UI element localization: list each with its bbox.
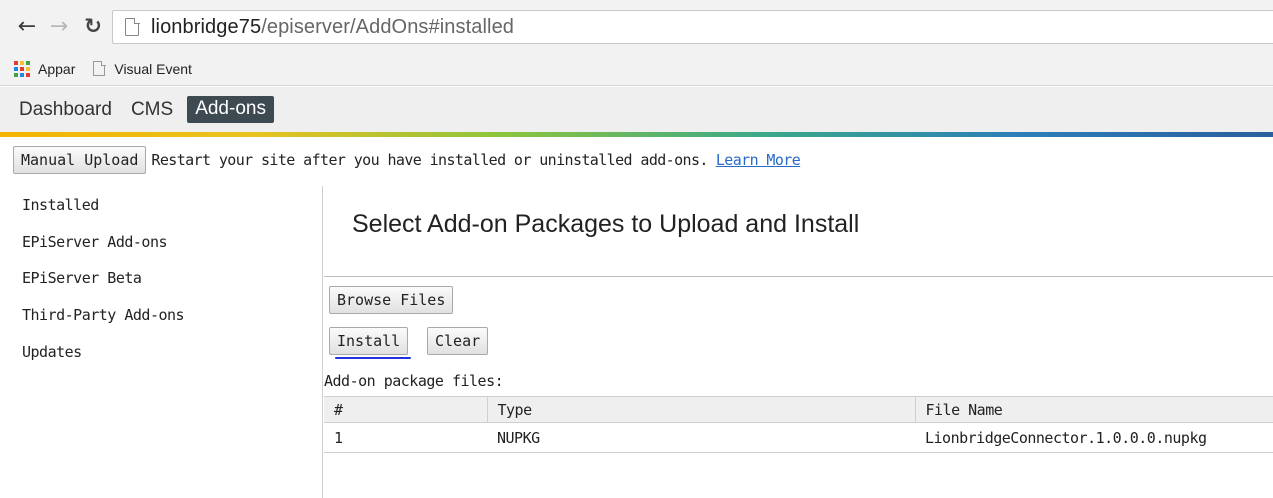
main-content: Select Add-on Packages to Upload and Ins… [324, 186, 1273, 498]
restart-notice: Restart your site after you have install… [151, 150, 708, 169]
bookmarks-bar: Appar Visual Event [0, 52, 1273, 86]
browse-files-button[interactable]: Browse Files [329, 286, 454, 314]
forward-arrow-icon[interactable]: → [46, 14, 72, 39]
column-header-number[interactable]: # [324, 396, 487, 423]
brand-stripe [0, 132, 1273, 137]
addons-toolbar: Manual Upload Restart your site after yo… [0, 138, 1273, 181]
global-nav: Dashboard CMS Add-ons [0, 87, 1273, 132]
reload-icon[interactable]: ↻ [80, 14, 106, 38]
addons-sidebar: Installed EPiServer Add-ons EPiServer Be… [0, 186, 323, 498]
sidebar-item-episerver-beta[interactable]: EPiServer Beta [22, 269, 142, 287]
cell-file-name: LionbridgeConnector.1.0.0.0.nupkg [915, 422, 1273, 453]
address-bar[interactable]: lionbridge75/episerver/AddOns#installed [112, 10, 1273, 44]
files-label: Add-on package files: [324, 372, 504, 390]
divider [324, 276, 1273, 277]
cell-type: NUPKG [487, 422, 915, 453]
bookmark-apps-label: Appar [38, 60, 76, 77]
sidebar-item-updates[interactable]: Updates [22, 343, 82, 361]
url-host: lionbridge75 [151, 15, 262, 38]
bookmark-visual-event[interactable]: Visual Event [93, 61, 192, 77]
sidebar-item-episerver-addons[interactable]: EPiServer Add-ons [22, 233, 168, 251]
browser-toolbar: ← → ↻ lionbridge75/episerver/AddOns#inst… [0, 0, 1273, 52]
install-focus-underline [335, 357, 411, 359]
manual-upload-button[interactable]: Manual Upload [13, 145, 147, 174]
bookmark-visual-event-label: Visual Event [114, 60, 192, 77]
page-icon [125, 17, 140, 36]
apps-grid-icon [14, 60, 30, 77]
sidebar-item-installed[interactable]: Installed [22, 196, 99, 214]
nav-addons-active[interactable]: Add-ons [187, 96, 274, 123]
url-text[interactable]: lionbridge75/episerver/AddOns#installed [151, 16, 514, 39]
learn-more-link[interactable]: Learn More [716, 151, 801, 169]
cell-number: 1 [324, 422, 487, 453]
page-title: Select Add-on Packages to Upload and Ins… [352, 210, 860, 238]
nav-cms[interactable]: CMS [131, 99, 173, 121]
install-button[interactable]: Install [329, 327, 409, 355]
column-header-file-name[interactable]: File Name [914, 396, 1273, 423]
back-arrow-icon[interactable]: ← [14, 14, 40, 39]
clear-button[interactable]: Clear [427, 327, 489, 355]
page-icon [93, 60, 106, 76]
sidebar-item-third-party-addons[interactable]: Third-Party Add-ons [22, 306, 185, 324]
column-header-type[interactable]: Type [486, 396, 915, 423]
nav-dashboard[interactable]: Dashboard [19, 99, 112, 121]
bookmark-apps[interactable]: Appar [14, 60, 76, 77]
package-files-table: # Type File Name 1 NUPKG LionbridgeConne… [324, 396, 1273, 453]
table-row[interactable]: 1 NUPKG LionbridgeConnector.1.0.0.0.nupk… [324, 422, 1273, 453]
table-header-row: # Type File Name [324, 396, 1273, 423]
url-path: /episerver/AddOns#installed [261, 15, 515, 38]
